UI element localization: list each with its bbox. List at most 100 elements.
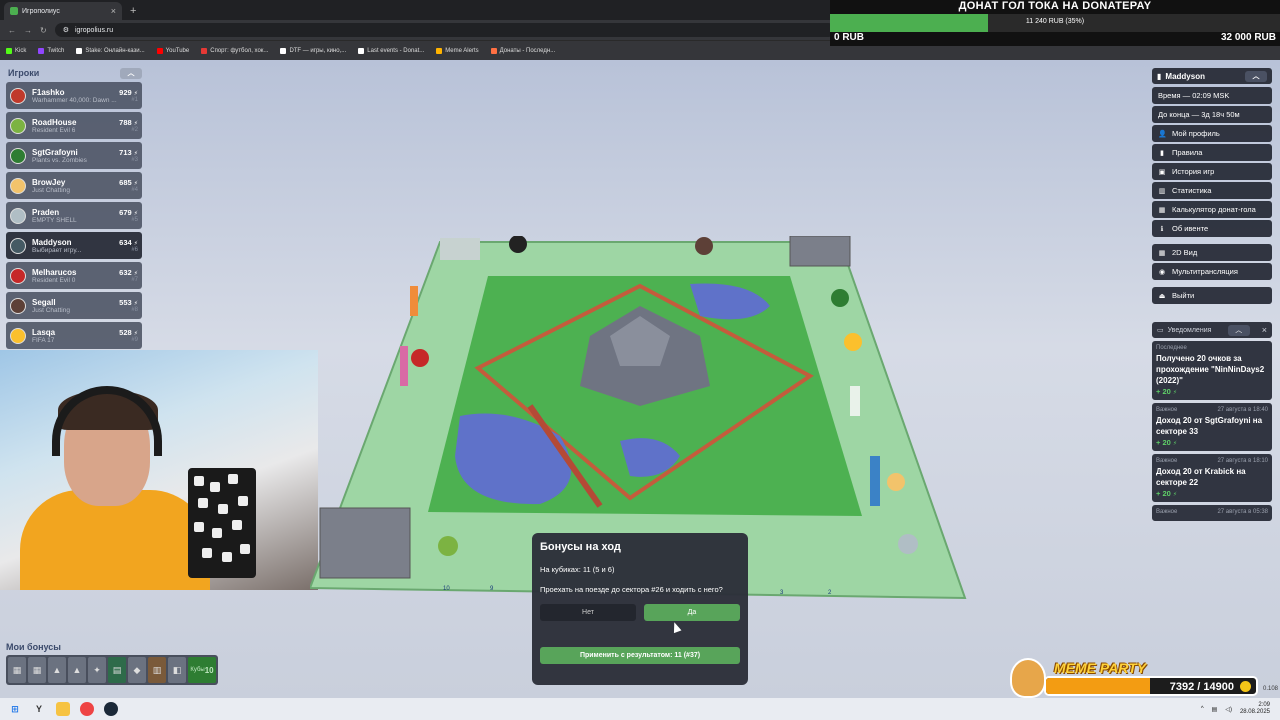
bonus-card[interactable]: ◧: [168, 657, 186, 683]
bookmark-item[interactable]: YouTube: [156, 47, 189, 54]
reload-icon[interactable]: ↻: [40, 26, 47, 35]
collapse-notifications-icon[interactable]: ︿: [1227, 324, 1250, 336]
bonus-card[interactable]: ▤: [108, 657, 126, 683]
chrome-icon[interactable]: [80, 702, 94, 716]
forward-icon[interactable]: →: [24, 26, 32, 35]
sector-orange: [410, 286, 418, 316]
player-game: Warhammer 40,000: Dawn ...: [32, 96, 117, 104]
player-game: Выбирает игру...: [32, 246, 82, 254]
player-row[interactable]: BrowJey Just Chatting 685 ⚡ #4: [6, 172, 142, 199]
player-token[interactable]: [887, 473, 905, 491]
player-row[interactable]: Lasqa FIFA 17 528 ⚡ #9: [6, 322, 142, 349]
close-tab-icon[interactable]: ×: [111, 6, 116, 16]
info-icon: ℹ: [1160, 225, 1164, 233]
player-rank: #2: [131, 127, 138, 133]
menu-item-chart[interactable]: ▥ Статистика: [1152, 182, 1272, 199]
bookmark-item[interactable]: Meme Alerts: [436, 47, 479, 54]
volume-icon[interactable]: ◁): [1225, 706, 1232, 713]
player-token[interactable]: [898, 534, 918, 554]
player-row[interactable]: Segall Just Chatting 553 ⚡ #8: [6, 292, 142, 319]
bonus-card[interactable]: ▥: [148, 657, 166, 683]
bookmark-item[interactable]: Last events - Donat...: [358, 47, 424, 54]
collapse-players-icon[interactable]: ︿: [120, 67, 142, 79]
steam-icon[interactable]: [104, 702, 118, 716]
dialog-question: Проехать на поезде до сектора #26 и ходи…: [540, 585, 723, 594]
time-info: Время — 02:09 MSK: [1152, 87, 1272, 104]
player-token[interactable]: [831, 289, 849, 307]
logout-button[interactable]: ⏏ Выйти: [1152, 287, 1272, 304]
dice-bonus-label: Кубы: [190, 667, 205, 673]
menu-item-grid[interactable]: ▦ 2D Вид: [1152, 244, 1272, 261]
notification-bonus: + 20 ⚡: [1156, 489, 1178, 498]
player-score: 679 ⚡: [119, 208, 138, 217]
player-row[interactable]: Melharucos Resident Evil 0 632 ⚡ #7: [6, 262, 142, 289]
player-row[interactable]: F1ashko Warhammer 40,000: Dawn ... 929 ⚡…: [6, 82, 142, 109]
bonus-card[interactable]: ✦: [88, 657, 106, 683]
bonus-card[interactable]: ◆: [128, 657, 146, 683]
back-icon[interactable]: ←: [8, 26, 16, 35]
menu-item-label: Калькулятор донат-гола: [1172, 205, 1256, 214]
notification-card: Последнее Получено 20 очков за прохожден…: [1152, 341, 1272, 400]
lightning-icon: ⚡: [1172, 441, 1178, 447]
history-icon: ▣: [1158, 168, 1166, 176]
dice-bonus-card[interactable]: Кубы 10: [188, 657, 216, 683]
notification-bonus: + 20 ⚡: [1156, 387, 1178, 396]
player-token[interactable]: [695, 237, 713, 255]
bookmark-item[interactable]: Kick: [6, 47, 26, 54]
notification-text: Получено 20 очков за прохождение "NinNin…: [1156, 354, 1265, 385]
yes-button[interactable]: Да: [644, 604, 740, 621]
player-row[interactable]: Maddyson Выбирает игру... 634 ⚡ #6: [6, 232, 142, 259]
bonus-card[interactable]: ▲: [48, 657, 66, 683]
remaining-info: До конца — 3д 18ч 50м: [1152, 106, 1272, 123]
close-icon[interactable]: ×: [1262, 325, 1267, 335]
bonus-card[interactable]: ▦: [28, 657, 46, 683]
bookmark-favicon-icon: [490, 47, 497, 54]
player-row[interactable]: SgtGrafoyni Plants vs. Zombies 713 ⚡ #3: [6, 142, 142, 169]
player-row[interactable]: RoadHouse Resident Evil 6 788 ⚡ #2: [6, 112, 142, 139]
yandex-browser-icon[interactable]: Y: [32, 702, 46, 716]
apply-result-button[interactable]: Применить с результатом: 11 (#37): [540, 647, 740, 664]
address-bar[interactable]: ⚙ igropolius.ru: [54, 23, 835, 37]
bookmark-favicon-icon: [76, 47, 83, 54]
player-token[interactable]: [844, 333, 862, 351]
menu-item-history[interactable]: ▣ История игр: [1152, 163, 1272, 180]
browser-tab[interactable]: Игрополиус ×: [4, 2, 122, 20]
bonus-card[interactable]: ▦: [8, 657, 26, 683]
player-token[interactable]: [411, 349, 429, 367]
menu-item-book[interactable]: ▮ Правила: [1152, 144, 1272, 161]
site-info-icon[interactable]: ⚙: [63, 26, 69, 34]
bookmark-favicon-icon: [156, 47, 163, 54]
bookmark-item[interactable]: Спорт: футбол, хок...: [201, 47, 268, 54]
player-name: Praden: [32, 207, 60, 217]
player-token[interactable]: [438, 536, 458, 556]
bookmark-item[interactable]: DTF — игры, кино,...: [280, 47, 346, 54]
my-bonuses-label: Мои бонусы: [6, 642, 61, 652]
menu-item-label: Правила: [1172, 148, 1203, 157]
player-rank: #5: [131, 217, 138, 223]
bookmark-item[interactable]: Донаты - Последн...: [490, 47, 555, 54]
windows-start-icon[interactable]: ⊞: [8, 702, 22, 716]
donation-progress-bar: 11 240 RUB (35%): [830, 14, 1280, 32]
notifications-header: Уведомления: [1167, 326, 1212, 334]
menu-item-label: История игр: [1172, 167, 1215, 176]
book-icon: ▮: [1160, 149, 1164, 157]
bookmark-item[interactable]: Stake: Онлайн-кази...: [76, 47, 145, 54]
no-button[interactable]: Нет: [540, 604, 636, 621]
player-rank: #8: [131, 307, 138, 313]
new-tab-icon[interactable]: +: [130, 5, 136, 17]
system-clock[interactable]: 2:09 28.08.2025: [1240, 702, 1270, 716]
bookmark-item[interactable]: Twitch: [38, 47, 64, 54]
menu-item-info[interactable]: ℹ Об ивенте: [1152, 220, 1272, 237]
player-row[interactable]: Praden EMPTY SHELL 679 ⚡ #5: [6, 202, 142, 229]
meme-progress-bar: 7392 / 14900: [1044, 676, 1258, 696]
menu-item-user[interactable]: 👤 Мой профиль: [1152, 125, 1272, 142]
network-icon[interactable]: ▤: [1212, 706, 1218, 713]
tray-arrow-icon[interactable]: ^: [1201, 706, 1204, 712]
bonus-card[interactable]: ▲: [68, 657, 86, 683]
file-explorer-icon[interactable]: [56, 702, 70, 716]
menu-item-broadcast[interactable]: ◉ Мультитрансляция: [1152, 263, 1272, 280]
menu-item-calculator[interactable]: ▦ Калькулятор донат-гола: [1152, 201, 1272, 218]
collapse-user-panel-icon[interactable]: ︿: [1245, 70, 1267, 82]
calculator-icon: ▦: [1158, 206, 1166, 214]
notification-date: 27 августа в 05:38: [1217, 509, 1268, 515]
